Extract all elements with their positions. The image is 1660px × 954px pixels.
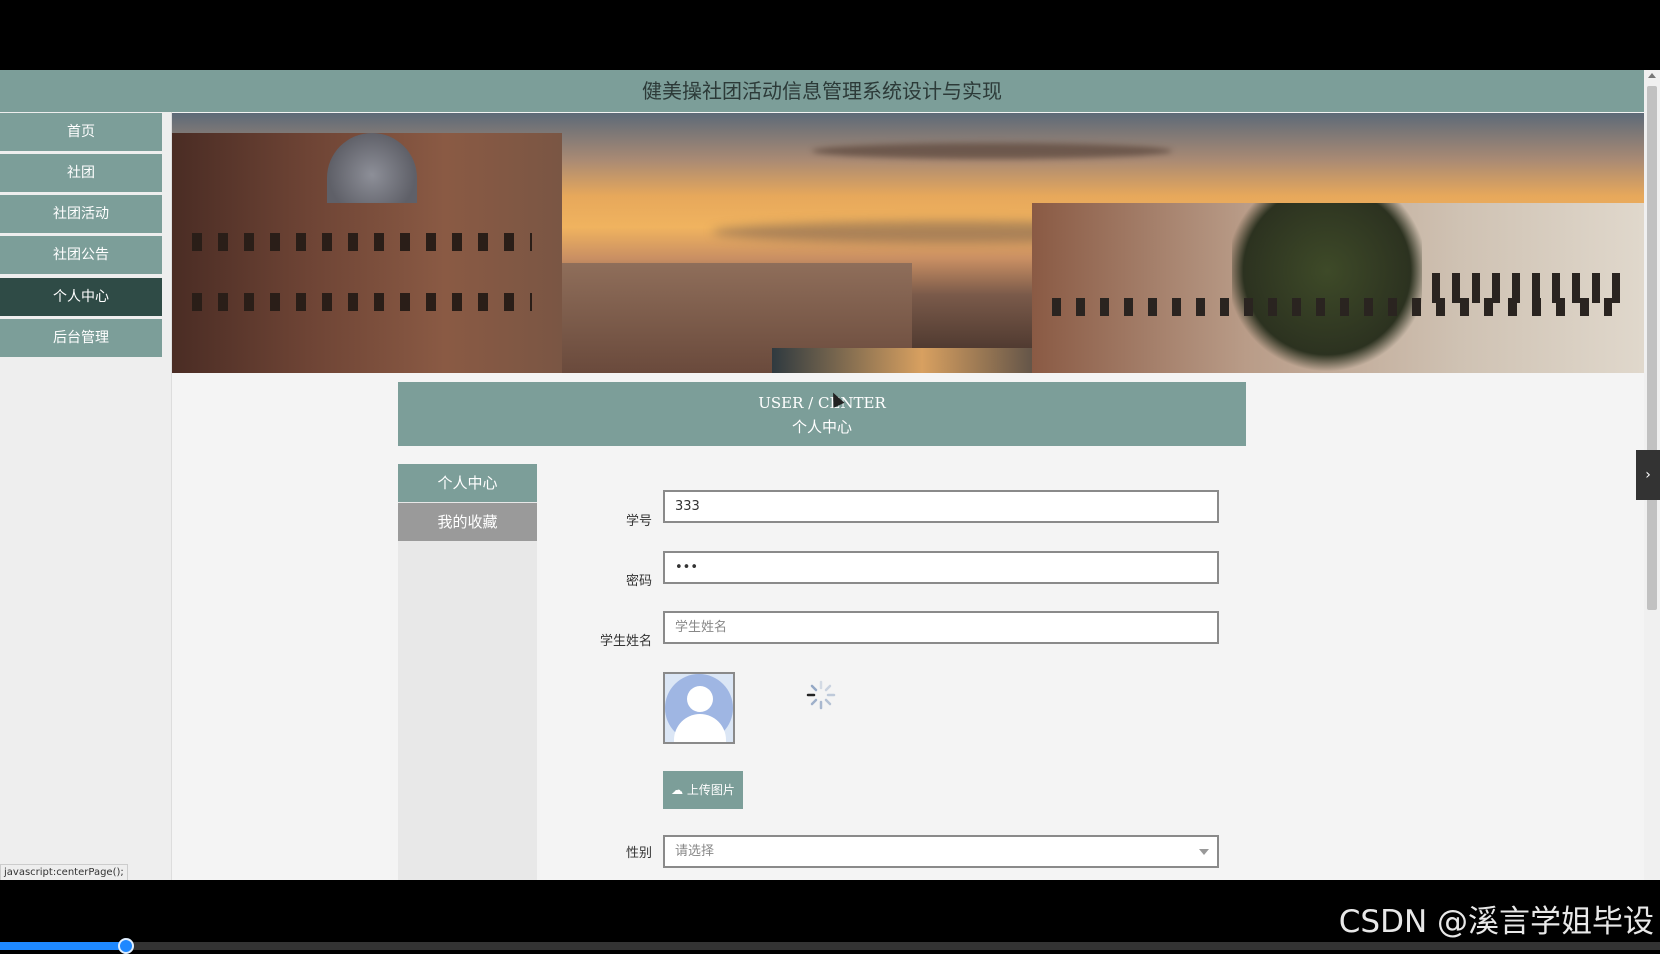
subnav-my-favorites[interactable]: 我的收藏 (398, 503, 537, 541)
scroll-up-arrow-icon[interactable] (1648, 73, 1656, 78)
video-progress-bar[interactable] (0, 938, 1660, 954)
status-bar-url: javascript:centerPage(); (0, 864, 128, 880)
video-progress-fill (0, 942, 125, 950)
subnav-personal-center[interactable]: 个人中心 (398, 464, 537, 502)
avatar-preview (663, 672, 735, 744)
upload-button-label: 上传图片 (686, 783, 735, 797)
chevron-right-icon: › (1645, 467, 1651, 483)
gender-select[interactable]: 请选择 (663, 835, 1219, 868)
password-input[interactable]: ••• (663, 551, 1219, 584)
student-id-input[interactable]: 333 (663, 490, 1219, 523)
banner-image (172, 113, 1644, 373)
student-id-label: 学号 (625, 514, 652, 529)
upload-image-button[interactable]: ☁ 上传图片 (663, 771, 743, 809)
nav-home[interactable]: 首页 (0, 113, 162, 151)
gender-select-value: 请选择 (675, 844, 715, 859)
user-center-header: USER / CENTER 个人中心 (398, 382, 1246, 446)
nav-admin[interactable]: 后台管理 (0, 319, 162, 357)
student-name-input[interactable]: 学生姓名 (663, 611, 1219, 644)
loading-spinner-icon (806, 680, 836, 710)
chevron-down-icon (1199, 849, 1209, 855)
password-label: 密码 (625, 574, 652, 589)
main-sidebar: 首页 社团 社团活动 社团公告 个人中心 后台管理 (0, 112, 172, 880)
nav-club-announcements[interactable]: 社团公告 (0, 236, 162, 274)
user-center-title-cn: 个人中心 (791, 418, 852, 436)
site-title: 健美操社团活动信息管理系统设计与实现 (642, 79, 1002, 103)
video-progress-knob[interactable] (118, 938, 134, 954)
user-center-title-en: USER / CENTER (758, 394, 886, 412)
nav-clubs[interactable]: 社团 (0, 154, 162, 192)
user-center-sidebar: 个人中心 我的收藏 (398, 464, 537, 880)
nav-personal-center[interactable]: 个人中心 (0, 278, 162, 316)
side-panel-toggle[interactable]: › (1636, 450, 1660, 500)
browser-viewport: 健美操社团活动信息管理系统设计与实现 首页 社团 社团活动 社团公告 个人中心 … (0, 70, 1660, 880)
gender-label: 性别 (625, 846, 652, 861)
student-name-label: 学生姓名 (599, 634, 652, 649)
scrollbar-thumb[interactable] (1647, 86, 1657, 610)
site-header: 健美操社团活动信息管理系统设计与实现 (0, 70, 1644, 112)
nav-club-activities[interactable]: 社团活动 (0, 195, 162, 233)
watermark-text: CSDN @溪言学姐毕设 (1338, 904, 1654, 940)
cloud-upload-icon: ☁ (671, 783, 684, 797)
